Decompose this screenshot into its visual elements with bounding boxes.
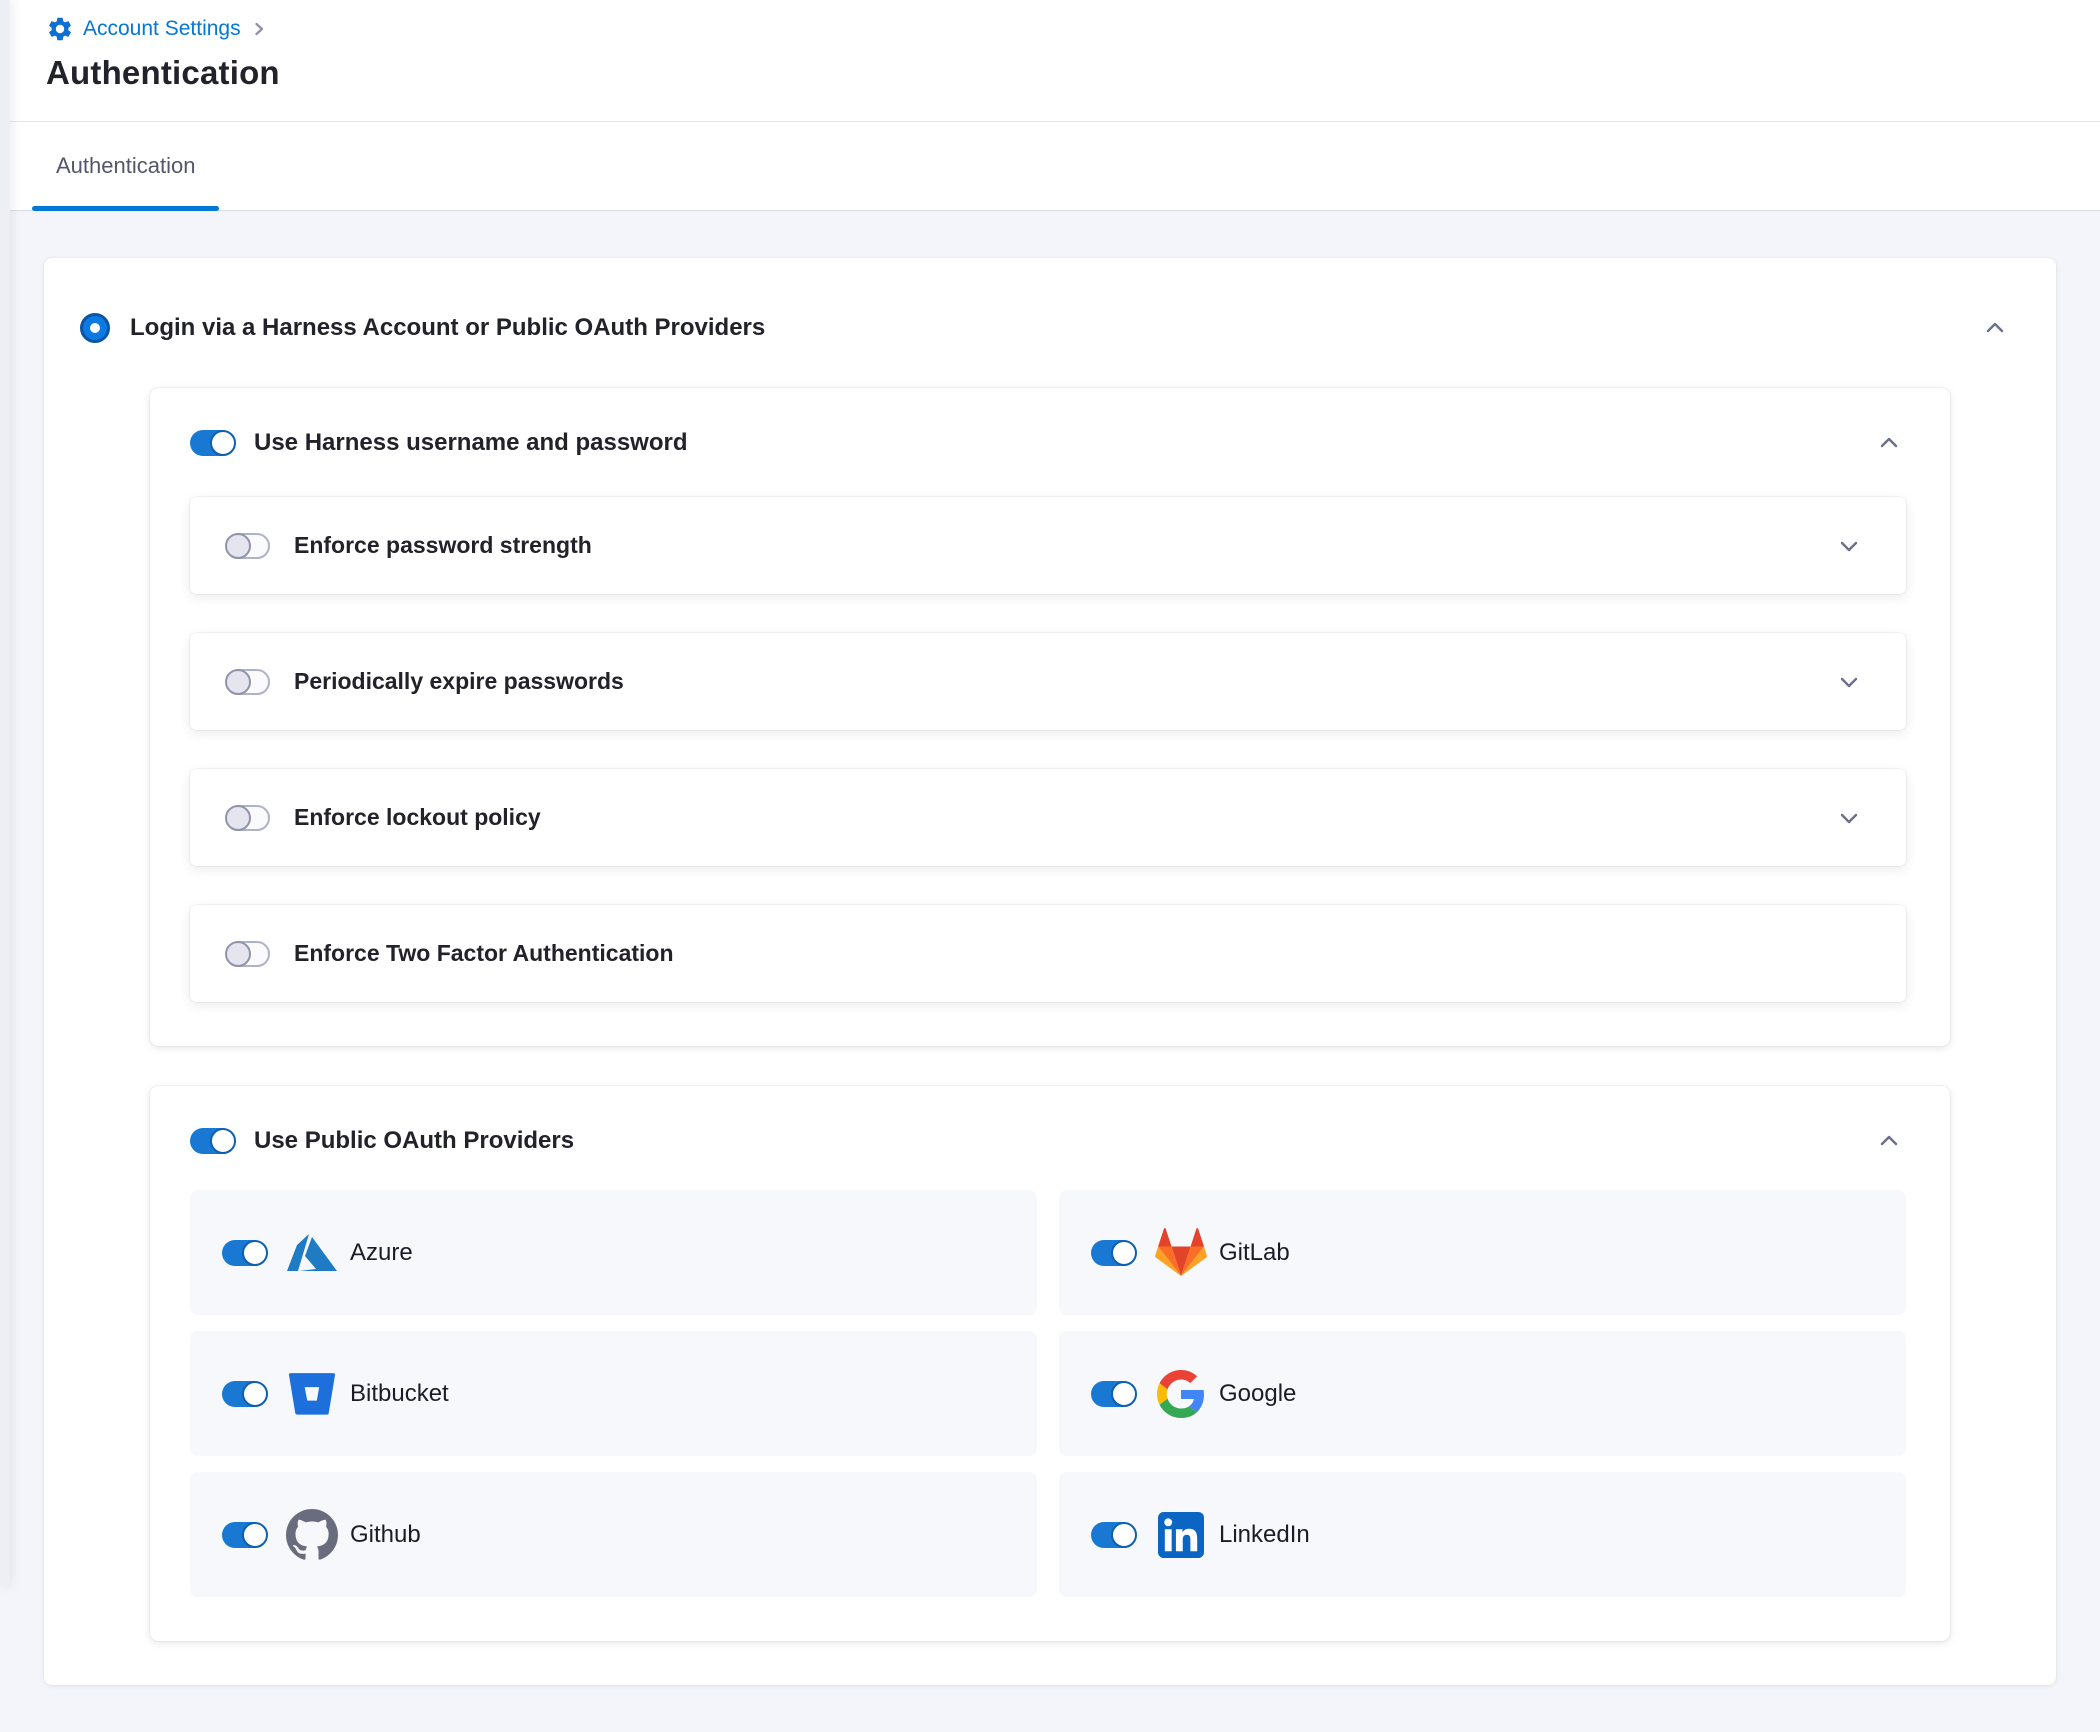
provider-grid: Azure (190, 1190, 1906, 1597)
provider-row-linkedin: LinkedIn (1059, 1472, 1906, 1597)
provider-label: Github (350, 1521, 421, 1549)
toggle-knob (210, 430, 236, 456)
toggle-knob (242, 1522, 268, 1548)
provider-row-bitbucket: Bitbucket (190, 1331, 1037, 1456)
toggle-knob (225, 941, 251, 967)
chevron-down-icon (1836, 669, 1862, 695)
oauth-providers-toggle[interactable] (190, 1128, 234, 1154)
toggle-knob (1111, 1522, 1137, 1548)
google-toggle[interactable] (1091, 1381, 1135, 1407)
policy-row-password-strength: Enforce password strength (190, 497, 1906, 594)
expand-password-strength-button[interactable] (1832, 529, 1866, 563)
gitlab-icon (1155, 1227, 1207, 1279)
gitlab-toggle[interactable] (1091, 1240, 1135, 1266)
provider-row-azure: Azure (190, 1190, 1037, 1315)
github-toggle[interactable] (222, 1522, 266, 1548)
linkedin-icon (1155, 1509, 1207, 1561)
bitbucket-toggle[interactable] (222, 1381, 266, 1407)
policy-list: Enforce password strength Periodically e… (190, 497, 1906, 1002)
policy-row-lockout-policy: Enforce lockout policy (190, 769, 1906, 866)
provider-row-google: Google (1059, 1331, 1906, 1456)
expand-lockout-policy-button[interactable] (1832, 801, 1866, 835)
username-password-label: Use Harness username and password (254, 429, 688, 457)
collapse-oauth-providers-button[interactable] (1872, 1124, 1906, 1158)
google-icon (1155, 1368, 1207, 1420)
toggle-knob (1111, 1240, 1137, 1266)
expand-expire-passwords-button[interactable] (1832, 665, 1866, 699)
page-header: Account Settings Authentication (0, 0, 2100, 122)
bitbucket-icon (286, 1368, 338, 1420)
oauth-providers-header: Use Public OAuth Providers (190, 1116, 1906, 1166)
chevron-down-icon (1836, 533, 1862, 559)
lockout-policy-toggle[interactable] (226, 805, 270, 831)
login-option-label: Login via a Harness Account or Public OA… (130, 314, 765, 342)
chevron-right-icon (251, 21, 267, 37)
provider-label: Bitbucket (350, 1380, 449, 1408)
tab-authentication[interactable]: Authentication (32, 122, 219, 210)
breadcrumb-label: Account Settings (83, 17, 241, 41)
oauth-providers-label: Use Public OAuth Providers (254, 1127, 574, 1155)
provider-label: GitLab (1219, 1239, 1290, 1267)
auth-method-card: Login via a Harness Account or Public OA… (44, 258, 2056, 1685)
sections-wrapper: Use Harness username and password Enforc… (44, 388, 2056, 1641)
breadcrumb-account-settings-link[interactable]: Account Settings (46, 15, 241, 43)
github-icon (286, 1509, 338, 1561)
provider-label: Google (1219, 1380, 1296, 1408)
tab-label: Authentication (56, 153, 195, 179)
login-option-header: Login via a Harness Account or Public OA… (44, 258, 2056, 350)
collapse-card-button[interactable] (1978, 311, 2012, 345)
policy-label: Enforce password strength (294, 532, 592, 559)
login-method-radio[interactable] (80, 313, 110, 343)
toggle-knob (225, 669, 251, 695)
oauth-providers-section: Use Public OAuth Providers (150, 1086, 1950, 1641)
page-title: Authentication (46, 54, 2100, 92)
collapse-username-password-button[interactable] (1872, 426, 1906, 460)
toggle-knob (242, 1240, 268, 1266)
azure-icon (286, 1227, 338, 1279)
policy-row-expire-passwords: Periodically expire passwords (190, 633, 1906, 730)
provider-row-github: Github (190, 1472, 1037, 1597)
username-password-section: Use Harness username and password Enforc… (150, 388, 1950, 1046)
policy-label: Enforce Two Factor Authentication (294, 940, 674, 967)
policy-label: Periodically expire passwords (294, 668, 624, 695)
left-rail (0, 0, 10, 1586)
provider-label: LinkedIn (1219, 1521, 1310, 1549)
two-factor-toggle[interactable] (226, 941, 270, 967)
expire-passwords-toggle[interactable] (226, 669, 270, 695)
provider-label: Azure (350, 1239, 413, 1267)
chevron-down-icon (1836, 805, 1862, 831)
content-area: Login via a Harness Account or Public OA… (0, 211, 2100, 1732)
toggle-knob (242, 1381, 268, 1407)
tab-bar: Authentication (0, 122, 2100, 211)
chevron-up-icon (1876, 1128, 1902, 1154)
provider-row-gitlab: GitLab (1059, 1190, 1906, 1315)
policy-label: Enforce lockout policy (294, 804, 541, 831)
username-password-header: Use Harness username and password (190, 418, 1906, 468)
chevron-up-icon (1876, 430, 1902, 456)
toggle-knob (210, 1128, 236, 1154)
username-password-toggle[interactable] (190, 430, 234, 456)
toggle-knob (1111, 1381, 1137, 1407)
toggle-knob (225, 533, 251, 559)
policy-row-two-factor: Enforce Two Factor Authentication (190, 905, 1906, 1002)
linkedin-toggle[interactable] (1091, 1522, 1135, 1548)
chevron-up-icon (1982, 315, 2008, 341)
settings-gear-icon (46, 15, 74, 43)
password-strength-toggle[interactable] (226, 533, 270, 559)
toggle-knob (225, 805, 251, 831)
azure-toggle[interactable] (222, 1240, 266, 1266)
breadcrumb: Account Settings (46, 12, 2100, 46)
